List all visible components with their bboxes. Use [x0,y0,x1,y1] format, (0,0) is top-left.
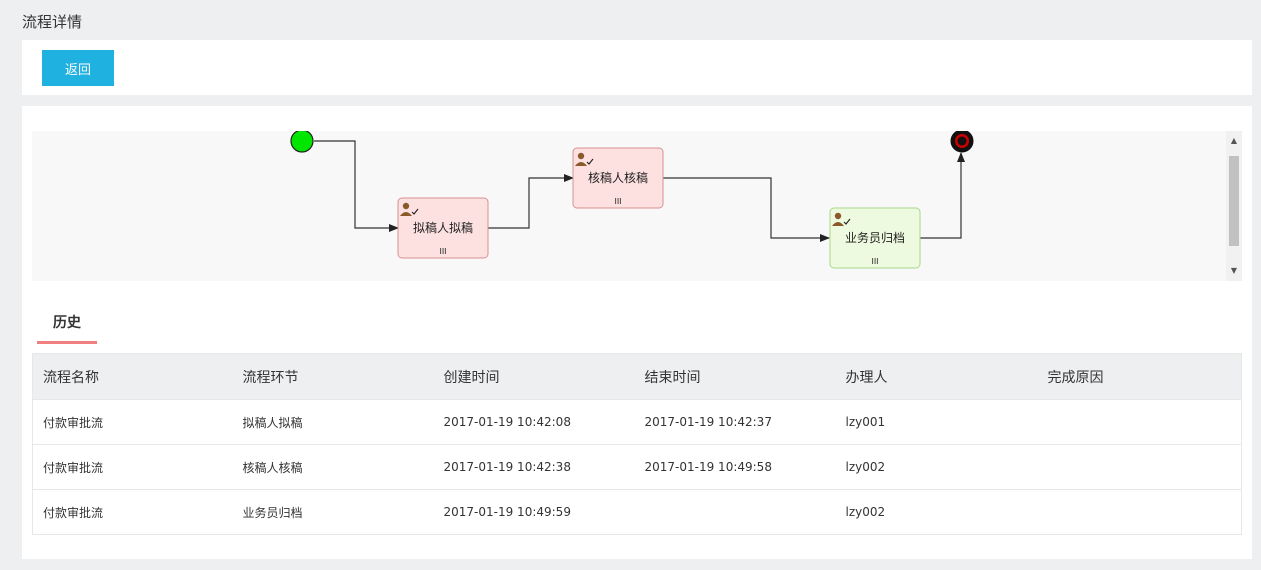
process-diagram-canvas: 拟稿人拟稿 III 核稿人核稿 III 业务员归档 III [290,131,974,269]
table-cell: 拟稿人拟稿 [232,399,434,445]
flow-draft-to-review [487,174,574,229]
task-node-review[interactable]: 核稿人核稿 III [572,147,664,209]
flow-review-to-archive [662,177,830,242]
task-label-archive: 业务员归档 [845,230,905,245]
task-node-archive[interactable]: 业务员归档 III [829,207,921,269]
table-cell: lzy002 [835,444,1038,490]
column-header: 流程名称 [32,353,233,400]
table-cell: 付款审批流 [32,489,233,535]
column-header: 结束时间 [634,353,836,400]
table-cell: 2017-01-19 10:49:58 [634,444,836,490]
table-cell: lzy001 [835,399,1038,445]
table-row: 付款审批流 拟稿人拟稿 2017-01-19 10:42:08 2017-01-… [32,399,1242,445]
column-header: 流程环节 [232,353,434,400]
table-cell [1037,399,1242,445]
main-panel: 拟稿人拟稿 III 核稿人核稿 III 业务员归档 III ▲ ▼ 历史 流程名… [22,106,1252,559]
table-row: 付款审批流 业务员归档 2017-01-19 10:49:59 lzy002 [32,489,1242,535]
tab-history[interactable]: 历史 [37,311,97,344]
column-header: 办理人 [835,353,1038,400]
back-button[interactable]: 返回 [42,50,114,86]
table-cell: 付款审批流 [32,399,233,445]
table-cell [634,489,836,535]
diagram-scrollbar[interactable]: ▲ ▼ [1226,131,1242,281]
task-label-draft: 拟稿人拟稿 [413,220,473,235]
table-cell: 2017-01-19 10:49:59 [433,489,635,535]
table-cell: 付款审批流 [32,444,233,490]
task-node-draft[interactable]: 拟稿人拟稿 III [397,197,489,259]
toolbar-panel: 返回 [22,40,1252,95]
process-diagram: 拟稿人拟稿 III 核稿人核稿 III 业务员归档 III ▲ ▼ [32,131,1242,281]
table-header-row: 流程名称 流程环节 创建时间 结束时间 办理人 完成原因 [32,353,1242,400]
table-cell: 2017-01-19 10:42:38 [433,444,635,490]
table-cell [1037,444,1242,490]
multi-instance-marker: III [871,257,878,266]
page-title: 流程详情 [22,13,83,31]
scroll-down-arrow-icon[interactable]: ▼ [1226,263,1242,279]
multi-instance-marker: III [614,197,621,206]
end-event[interactable] [950,131,974,153]
history-table: 流程名称 流程环节 创建时间 结束时间 办理人 完成原因 付款审批流 拟稿人拟稿… [32,353,1242,535]
scroll-up-arrow-icon[interactable]: ▲ [1226,133,1242,149]
start-event[interactable] [290,131,314,153]
scroll-thumb[interactable] [1229,156,1239,246]
task-label-review: 核稿人核稿 [588,170,648,185]
column-header: 完成原因 [1037,353,1242,400]
column-header: 创建时间 [433,353,635,400]
table-cell: 业务员归档 [232,489,434,535]
flow-archive-to-end [919,152,965,239]
table-cell: 核稿人核稿 [232,444,434,490]
flow-start-to-draft [314,140,399,232]
multi-instance-marker: III [439,247,446,256]
table-cell: 2017-01-19 10:42:37 [634,399,836,445]
table-cell: lzy002 [835,489,1038,535]
table-cell: 2017-01-19 10:42:08 [433,399,635,445]
table-cell [1037,489,1242,535]
table-row: 付款审批流 核稿人核稿 2017-01-19 10:42:38 2017-01-… [32,444,1242,490]
